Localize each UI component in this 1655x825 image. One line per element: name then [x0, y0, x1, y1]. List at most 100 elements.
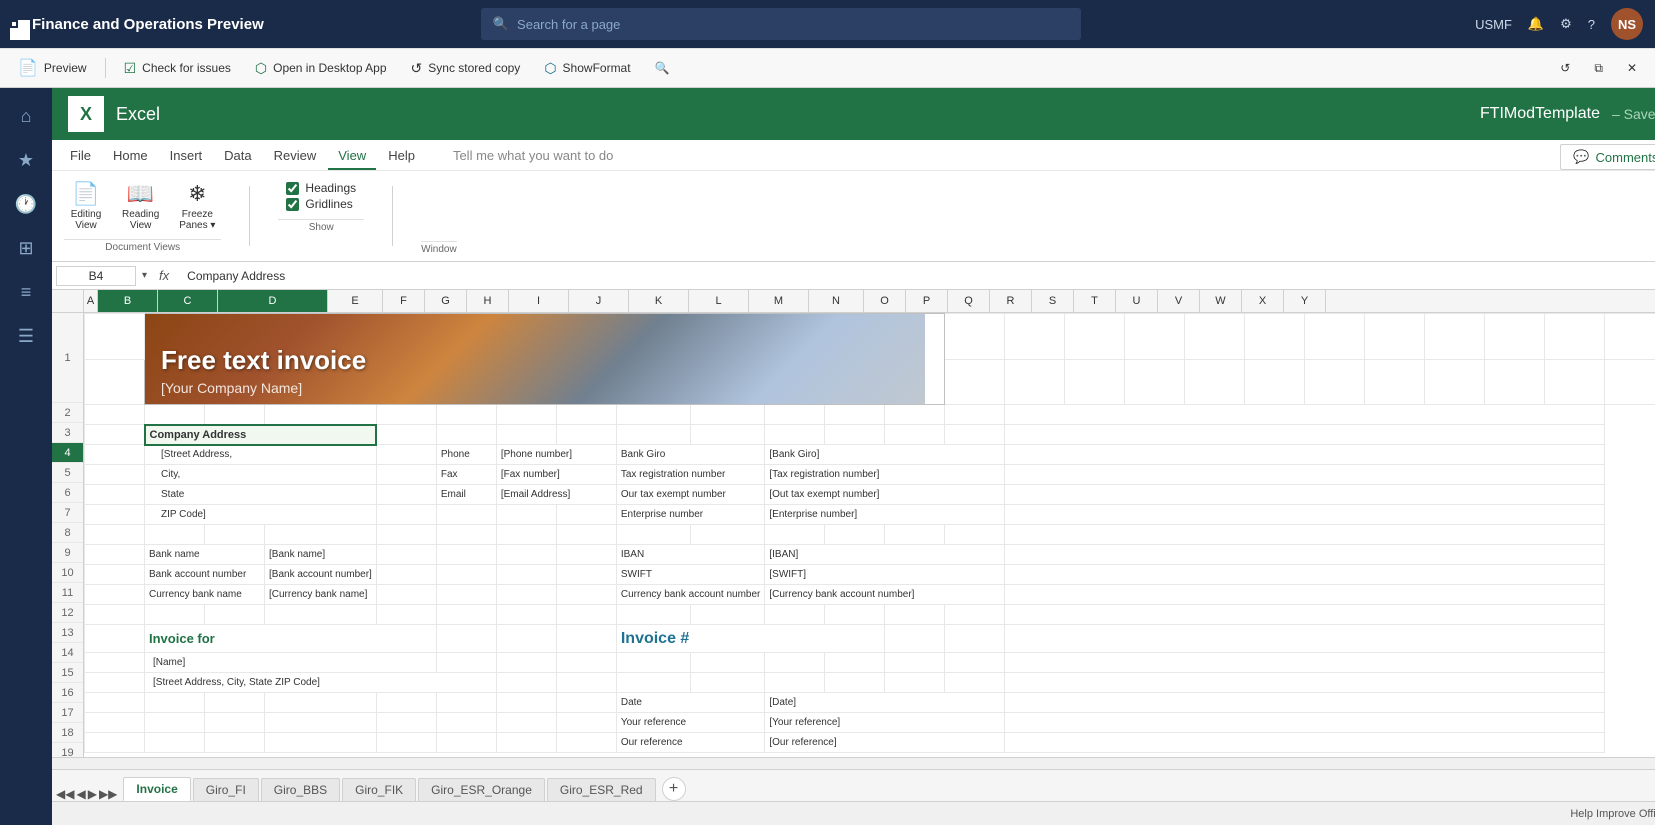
- cell-F13[interactable]: [436, 605, 496, 625]
- sheet-tab-giro-esr-orange[interactable]: Giro_ESR_Orange: [418, 778, 545, 801]
- cell-K9[interactable]: [765, 525, 825, 545]
- cell-B14-invfor[interactable]: Invoice for: [145, 625, 437, 653]
- cell-S1[interactable]: [1245, 314, 1305, 360]
- cell-U1[interactable]: [1365, 314, 1425, 360]
- cell-I3[interactable]: [616, 405, 690, 425]
- cell-G14[interactable]: [496, 625, 556, 653]
- cell-I16[interactable]: [616, 673, 690, 693]
- sheet-nav-prev[interactable]: ◀: [76, 787, 85, 801]
- cell-A13[interactable]: [85, 605, 145, 625]
- cell-K15[interactable]: [765, 653, 825, 673]
- cell-H17[interactable]: [556, 693, 616, 713]
- cell-N4[interactable]: [945, 425, 1005, 445]
- cell-F14[interactable]: [436, 625, 496, 653]
- cell-X2[interactable]: [1545, 359, 1605, 405]
- cell-rest-8[interactable]: [1005, 505, 1605, 525]
- cell-N9[interactable]: [945, 525, 1005, 545]
- nav-list-icon[interactable]: ≡: [6, 272, 46, 312]
- cell-F17[interactable]: [436, 693, 496, 713]
- cell-rest-19[interactable]: [1005, 733, 1605, 753]
- sheet-tab-giro-fik[interactable]: Giro_FIK: [342, 778, 416, 801]
- cell-H16[interactable]: [556, 673, 616, 693]
- row-num-5[interactable]: 5: [52, 463, 83, 483]
- cell-A5[interactable]: [85, 445, 145, 465]
- cell-G5-phone-val[interactable]: [Phone number]: [496, 445, 616, 465]
- cell-I11-swift[interactable]: SWIFT: [616, 565, 765, 585]
- cell-H15[interactable]: [556, 653, 616, 673]
- col-header-C[interactable]: C: [158, 290, 218, 312]
- cell-W2[interactable]: [1485, 359, 1545, 405]
- cell-A6[interactable]: [85, 465, 145, 485]
- cell-I12-currbal[interactable]: Currency bank account number: [616, 585, 765, 605]
- cell-F9[interactable]: [436, 525, 496, 545]
- cell-N15[interactable]: [945, 653, 1005, 673]
- cell-Q2[interactable]: [1125, 359, 1185, 405]
- col-header-R[interactable]: R: [990, 290, 1032, 312]
- cell-I8-ent[interactable]: Enterprise number: [616, 505, 765, 525]
- cell-B6[interactable]: City,: [145, 465, 377, 485]
- col-header-N[interactable]: N: [809, 290, 864, 312]
- cell-B3[interactable]: [145, 405, 205, 425]
- cell-G15[interactable]: [496, 653, 556, 673]
- cell-J9[interactable]: [691, 525, 765, 545]
- cell-B12-curr[interactable]: Currency bank name: [145, 585, 265, 605]
- cell-A18[interactable]: [85, 713, 145, 733]
- row-num-9[interactable]: 9: [52, 543, 83, 563]
- sheet-tab-invoice[interactable]: Invoice: [123, 777, 190, 802]
- cell-G10[interactable]: [496, 545, 556, 565]
- cell-Y1[interactable]: [1605, 314, 1655, 360]
- cell-C9[interactable]: [205, 525, 265, 545]
- cell-L9[interactable]: [825, 525, 885, 545]
- cell-M9[interactable]: [885, 525, 945, 545]
- cell-S2[interactable]: [1245, 359, 1305, 405]
- cell-L4[interactable]: [825, 425, 885, 445]
- cell-F11[interactable]: [436, 565, 496, 585]
- col-header-K[interactable]: K: [629, 290, 689, 312]
- cell-E5[interactable]: [376, 445, 436, 465]
- cell-rest-13[interactable]: [1005, 605, 1605, 625]
- cell-rest-4[interactable]: [1005, 425, 1605, 445]
- cell-K4[interactable]: [765, 425, 825, 445]
- cell-K12-currbal-val[interactable]: [Currency bank account number]: [765, 585, 1005, 605]
- cell-K19-ourref-val[interactable]: [Our reference]: [765, 733, 1005, 753]
- cell-I10-iban[interactable]: IBAN: [616, 545, 765, 565]
- cell-A19[interactable]: [85, 733, 145, 753]
- cell-K17-date-val[interactable]: [Date]: [765, 693, 1005, 713]
- cell-K8-ent-val[interactable]: [Enterprise number]: [765, 505, 1005, 525]
- spreadsheet-cells[interactable]: Free text invoice [Your Company Name]: [84, 313, 1655, 757]
- cell-K16[interactable]: [765, 673, 825, 693]
- open-new-window-button[interactable]: ⧉: [1584, 57, 1613, 80]
- settings-icon[interactable]: ⚙: [1560, 16, 1572, 32]
- row-num-8[interactable]: 8: [52, 523, 83, 543]
- menu-insert[interactable]: Insert: [160, 144, 213, 170]
- cell-B18[interactable]: [145, 713, 205, 733]
- cell-G13[interactable]: [496, 605, 556, 625]
- cell-B11-acct[interactable]: Bank account number: [145, 565, 265, 585]
- cell-I15[interactable]: [616, 653, 690, 673]
- cell-E7[interactable]: [376, 485, 436, 505]
- cell-C17[interactable]: [205, 693, 265, 713]
- cell-A11[interactable]: [85, 565, 145, 585]
- row-num-15[interactable]: 15: [52, 663, 83, 683]
- cell-E11[interactable]: [376, 565, 436, 585]
- search-ribbon-button[interactable]: 🔍: [645, 57, 680, 79]
- close-button[interactable]: ✕: [1617, 57, 1647, 80]
- gridlines-checkbox[interactable]: [286, 198, 299, 211]
- cell-R1[interactable]: [1185, 314, 1245, 360]
- cell-H19[interactable]: [556, 733, 616, 753]
- reading-view-tool[interactable]: 📖 ReadingView: [116, 177, 165, 235]
- col-header-A[interactable]: A: [84, 290, 98, 312]
- menu-home[interactable]: Home: [103, 144, 158, 170]
- col-header-G[interactable]: G: [425, 290, 467, 312]
- cell-Q1[interactable]: [1125, 314, 1185, 360]
- col-header-S[interactable]: S: [1032, 290, 1074, 312]
- cell-R2[interactable]: [1185, 359, 1245, 405]
- cell-H11[interactable]: [556, 565, 616, 585]
- cell-F12[interactable]: [436, 585, 496, 605]
- cell-rest-16[interactable]: [1005, 673, 1605, 693]
- menu-help[interactable]: Help: [378, 144, 425, 170]
- cell-N16[interactable]: [945, 673, 1005, 693]
- col-header-P[interactable]: P: [906, 290, 948, 312]
- cell-V2[interactable]: [1425, 359, 1485, 405]
- tell-me-input[interactable]: Tell me what you want to do: [443, 144, 623, 170]
